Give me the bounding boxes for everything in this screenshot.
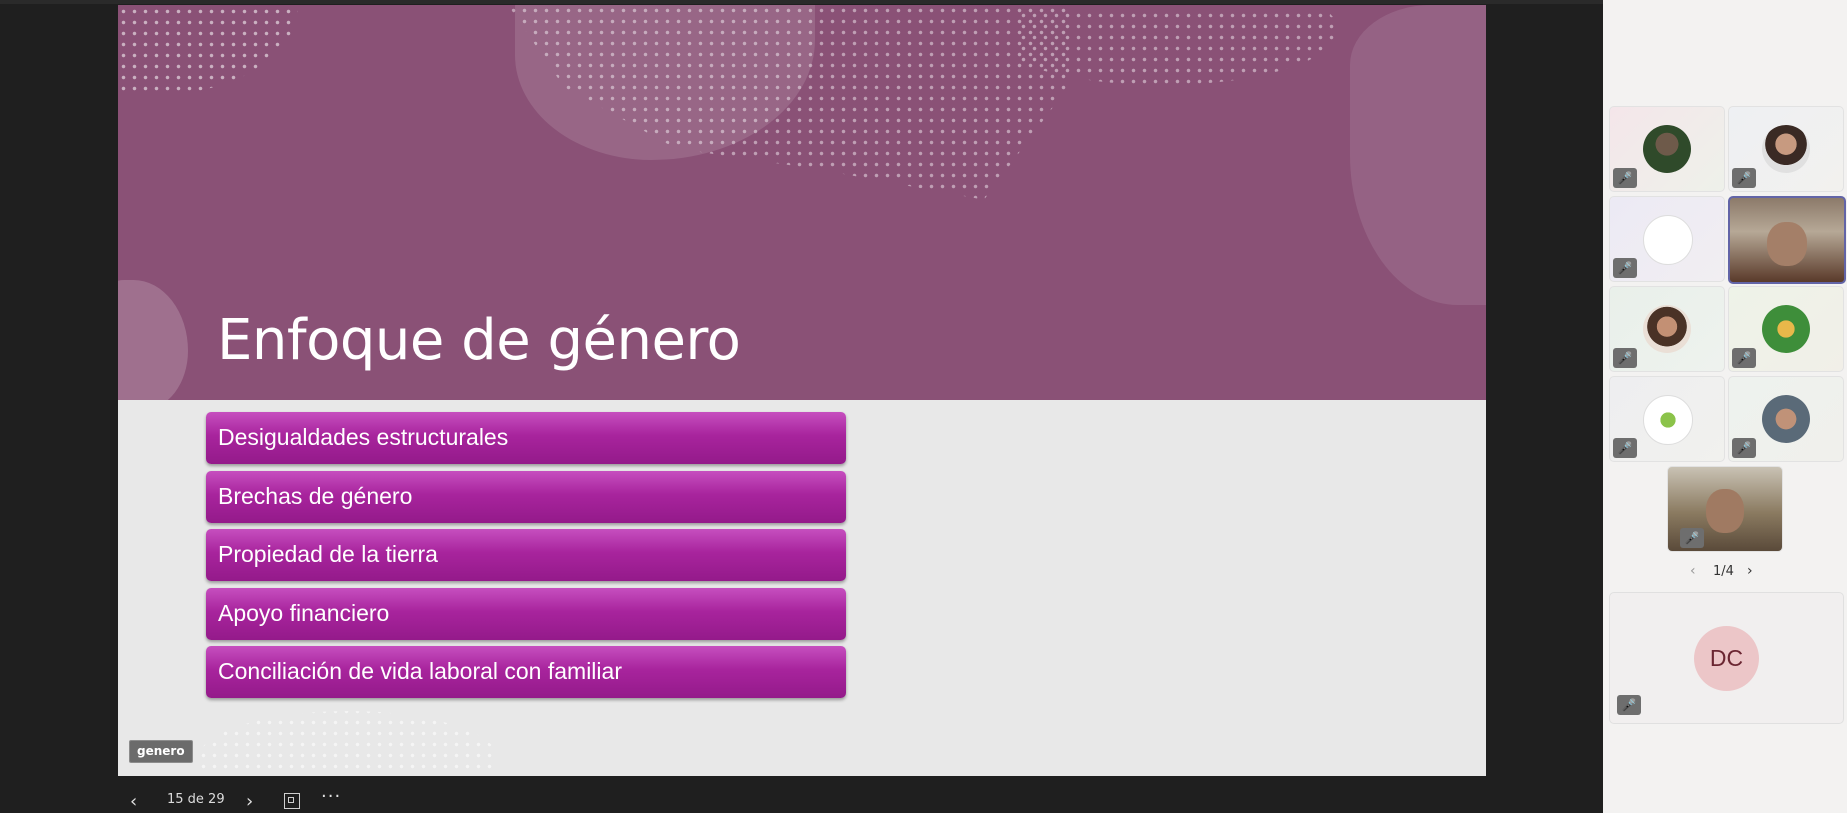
bullet-item: Conciliación de vida laboral con familia… bbox=[206, 646, 846, 698]
bullet-item: Brechas de género bbox=[206, 470, 846, 523]
bullet-item: Apoyo financiero bbox=[206, 587, 846, 640]
mic-muted-icon: 🎤 bbox=[1732, 438, 1756, 458]
participant-tile[interactable]: 🎤 bbox=[1728, 376, 1844, 462]
mic-muted-icon: 🎤 bbox=[1680, 528, 1704, 548]
blob-decoration bbox=[1350, 5, 1486, 305]
participant-tile[interactable]: 🎤 bbox=[1728, 286, 1844, 372]
presentation-stage: Enfoque de género Desigualdades estructu… bbox=[0, 0, 1603, 813]
participant-face bbox=[1767, 222, 1807, 266]
blob-decoration bbox=[118, 280, 188, 400]
slide-counter: 15 de 29 bbox=[167, 792, 225, 807]
bullet-item: Desigualdades estructurales bbox=[206, 412, 846, 464]
participant-avatar bbox=[1762, 305, 1810, 353]
mic-muted-icon: 🎤 bbox=[1613, 348, 1637, 368]
participant-tile[interactable]: 🎤 bbox=[1609, 196, 1725, 282]
participant-avatar bbox=[1762, 125, 1810, 173]
participant-face bbox=[1706, 489, 1744, 533]
participant-avatar bbox=[1762, 395, 1810, 443]
bullet-item: Propiedad de la tierra bbox=[206, 529, 846, 581]
dot-pattern-decoration bbox=[198, 711, 498, 775]
participant-tile[interactable]: 🎤 bbox=[1609, 106, 1725, 192]
slide-bullet-list: Desigualdades estructurales Brechas de g… bbox=[206, 412, 846, 705]
mic-muted-icon[interactable]: 🎤 bbox=[1617, 695, 1641, 715]
slide-navigation-bar: ‹ 15 de 29 › ··· bbox=[0, 783, 1603, 813]
slide-tag: genero bbox=[129, 740, 193, 763]
participant-tile[interactable]: 🎤 bbox=[1609, 286, 1725, 372]
dot-pattern-decoration bbox=[1018, 10, 1338, 85]
mic-muted-icon: 🎤 bbox=[1732, 348, 1756, 368]
participant-video[interactable]: 🎤 bbox=[1667, 466, 1783, 552]
more-options-icon[interactable]: ··· bbox=[321, 786, 341, 807]
pager-indicator: 1/4 bbox=[1713, 564, 1734, 579]
mic-muted-icon: 🎤 bbox=[1732, 168, 1756, 188]
stage-top-border bbox=[0, 0, 1603, 4]
mic-muted-icon: 🎤 bbox=[1613, 438, 1637, 458]
shared-slide: Enfoque de género Desigualdades estructu… bbox=[118, 5, 1486, 776]
initials-avatar: DC bbox=[1694, 626, 1759, 691]
slide-grid-icon[interactable] bbox=[284, 793, 300, 809]
dot-pattern-decoration bbox=[118, 5, 298, 95]
institution-logo bbox=[1643, 395, 1693, 445]
next-slide-button[interactable]: › bbox=[246, 791, 253, 812]
participant-tile[interactable]: 🎤 bbox=[1609, 376, 1725, 462]
participant-avatar bbox=[1643, 125, 1691, 173]
participant-video-active-speaker[interactable] bbox=[1728, 196, 1846, 284]
mic-muted-icon: 🎤 bbox=[1613, 258, 1637, 278]
slide-title-banner: Enfoque de género bbox=[118, 5, 1486, 400]
participant-avatar bbox=[1643, 305, 1691, 353]
institution-logo bbox=[1643, 215, 1693, 265]
mic-muted-icon: 🎤 bbox=[1613, 168, 1637, 188]
participant-tile[interactable]: 🎤 bbox=[1728, 106, 1844, 192]
self-participant-tile[interactable]: DC 🎤 bbox=[1609, 592, 1844, 724]
pager-next-button[interactable]: › bbox=[1747, 563, 1753, 579]
slide-title: Enfoque de género bbox=[217, 308, 741, 373]
previous-slide-button[interactable]: ‹ bbox=[130, 791, 137, 812]
pager-prev-button[interactable]: ‹ bbox=[1690, 563, 1696, 579]
